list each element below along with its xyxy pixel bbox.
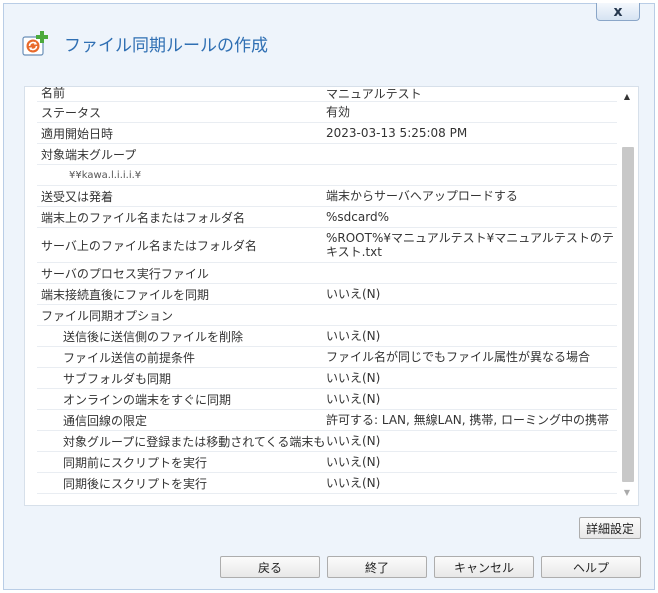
property-row[interactable]: サーバのプロセス実行ファイル: [37, 263, 617, 284]
property-name: 送信後に送信側のファイルを削除: [63, 329, 244, 344]
property-value: いいえ(N): [326, 287, 381, 301]
property-name: サブフォルダも同期: [63, 371, 172, 386]
property-name: オンラインの端末をすぐに同期: [63, 392, 232, 407]
sync-rule-add-icon: [22, 31, 48, 56]
property-name: 対象端末グループ: [41, 147, 137, 162]
property-name: ¥¥kawa.l.i.i.i.¥: [69, 169, 142, 181]
property-name: 対象グループに登録または移動されてくる端末も同: [63, 434, 326, 449]
property-row[interactable]: ステータス 有効: [37, 102, 617, 123]
property-row[interactable]: 送受又は発着 端末からサーバへアップロードする: [37, 186, 617, 207]
detail-settings-button[interactable]: 詳細設定: [579, 517, 641, 539]
property-row[interactable]: 同期前にスクリプトを実行 いいえ(N): [37, 452, 617, 473]
property-value: %ROOT%¥マニュアルテスト¥マニュアルテストのテキスト.txt: [326, 231, 614, 259]
finish-button[interactable]: 終了: [327, 556, 427, 578]
property-name: 名前: [41, 86, 66, 100]
property-row[interactable]: 端末接続直後にファイルを同期 いいえ(N): [37, 284, 617, 305]
close-icon: x: [613, 3, 623, 20]
property-value: 端末からサーバへアップロードする: [326, 189, 518, 203]
property-value: ファイル名が同じでもファイル属性が異なる場合: [326, 350, 591, 364]
cancel-button[interactable]: キャンセル: [434, 556, 534, 578]
property-row[interactable]: サーバ上のファイル名またはフォルダ名 %ROOT%¥マニュアルテスト¥マニュアルテ…: [37, 228, 617, 263]
vertical-scrollbar[interactable]: ▲ ▼: [620, 89, 634, 499]
help-button[interactable]: ヘルプ: [541, 556, 641, 578]
property-value: いいえ(N): [326, 434, 381, 448]
property-name: 端末上のファイル名またはフォルダ名: [41, 210, 246, 225]
property-row[interactable]: 送信後に送信側のファイルを削除 いいえ(N): [37, 326, 617, 347]
property-row[interactable]: ¥¥kawa.l.i.i.i.¥: [37, 165, 617, 186]
property-grid: 名前 マニュアルテストステータス 有効適用開始日時 2023-03-13 5:25:0…: [37, 87, 617, 494]
property-row[interactable]: 適用開始日時 2023-03-13 5:25:08 PM: [37, 123, 617, 144]
property-value: %sdcard%: [326, 210, 389, 224]
property-row[interactable]: 対象グループに登録または移動されてくる端末も同 いいえ(N): [37, 431, 617, 452]
property-name: 同期後にスクリプトを実行: [63, 476, 208, 491]
property-value: 許可する: LAN, 無線LAN, 携帯, ローミング中の携帯: [326, 413, 610, 427]
property-row[interactable]: ファイル送信の前提条件 ファイル名が同じでもファイル属性が異なる場合: [37, 347, 617, 368]
property-name: サーバのプロセス実行ファイル: [41, 266, 209, 281]
property-name: ファイル送信の前提条件: [63, 350, 196, 365]
property-row[interactable]: 名前 マニュアルテスト: [37, 87, 617, 102]
property-value: 有効: [326, 105, 351, 119]
property-row[interactable]: 通信回線の限定 許可する: LAN, 無線LAN, 携帯, ローミング中の携帯: [37, 410, 617, 431]
close-button[interactable]: x: [596, 3, 640, 21]
property-list-panel[interactable]: 名前 マニュアルテストステータス 有効適用開始日時 2023-03-13 5:25:0…: [24, 86, 639, 506]
property-name: ステータス: [41, 105, 102, 120]
back-button[interactable]: 戻る: [220, 556, 320, 578]
property-name: 送受又は発着: [41, 189, 114, 204]
property-row[interactable]: 端末上のファイル名またはフォルダ名 %sdcard%: [37, 207, 617, 228]
property-row[interactable]: サブフォルダも同期 いいえ(N): [37, 368, 617, 389]
property-name: サーバ上のファイル名またはフォルダ名: [41, 238, 257, 253]
property-name: 端末接続直後にファイルを同期: [41, 287, 210, 302]
dialog-title: ファイル同期ルールの作成: [64, 36, 268, 56]
property-name: ファイル同期オプション: [41, 308, 174, 323]
property-value: マニュアルテスト: [326, 87, 422, 101]
scroll-up-arrow-icon[interactable]: ▲: [620, 89, 634, 103]
property-value: いいえ(N): [326, 392, 381, 406]
property-row[interactable]: 同期後にスクリプトを実行 いいえ(N): [37, 473, 617, 494]
property-name: 適用開始日時: [41, 126, 114, 141]
scroll-thumb[interactable]: [622, 147, 634, 482]
property-value: いいえ(N): [326, 455, 381, 469]
property-row[interactable]: オンラインの端末をすぐに同期 いいえ(N): [37, 389, 617, 410]
dialog-window: x ファイル同期ルールの作成 名前 マニュアルテストステータス 有効適用開始日時 20…: [3, 3, 655, 590]
property-value: いいえ(N): [326, 371, 381, 385]
property-value: いいえ(N): [326, 329, 381, 343]
scroll-down-arrow-icon[interactable]: ▼: [620, 485, 634, 499]
property-value: いいえ(N): [326, 476, 381, 490]
property-name: 同期前にスクリプトを実行: [63, 455, 208, 470]
property-name: 通信回線の限定: [63, 413, 148, 428]
property-row[interactable]: 対象端末グループ: [37, 144, 617, 165]
property-value: 2023-03-13 5:25:08 PM: [326, 126, 468, 140]
property-row[interactable]: ファイル同期オプション: [37, 305, 617, 326]
